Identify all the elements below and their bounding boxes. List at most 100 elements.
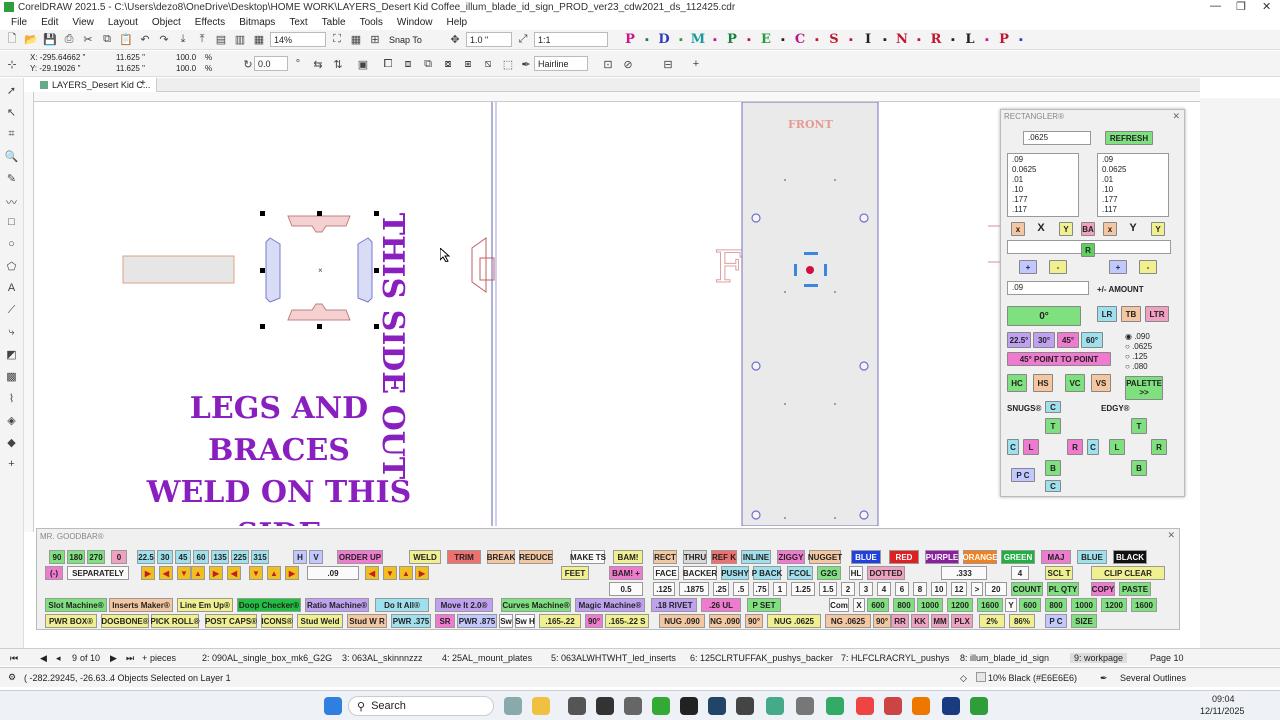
macro-icon[interactable]: ▪	[911, 32, 927, 48]
ltr-button[interactable]: LTR	[1145, 306, 1169, 322]
thickness-radio-group[interactable]: ◉ .090 ○ .0625 ○ .125 ○ .080	[1125, 332, 1152, 372]
gb-165-22-s-button[interactable]: .165-.22 S	[605, 614, 649, 628]
macro-i-button[interactable]: I	[859, 32, 877, 47]
gb-mm-button[interactable]: MM	[931, 614, 949, 628]
gb-blue-button[interactable]: BLUE	[1077, 550, 1107, 564]
snug-c-bottom[interactable]: C	[1045, 480, 1061, 492]
list-item[interactable]: .117	[1012, 205, 1074, 215]
angle-225-button[interactable]: 22.5°	[1007, 332, 1031, 348]
gb-ng-0625-button[interactable]: NG .0625	[825, 614, 871, 628]
page-tab[interactable]: 2: 090AL_single_box_mk6_G2G	[202, 653, 332, 663]
macro-icon[interactable]: ▪	[1013, 32, 1029, 48]
settings-icon[interactable]: ⚙	[8, 672, 16, 683]
macro-icon[interactable]: ▪	[979, 32, 995, 48]
gb-1200-button[interactable]: 1200	[947, 598, 973, 612]
snug-pc[interactable]: P C	[1011, 468, 1035, 482]
wrap-icon[interactable]: ⊡	[600, 56, 616, 72]
list-item[interactable]: .01	[1012, 175, 1074, 185]
gb-pwr-875-button[interactable]: PWR .875	[457, 614, 497, 628]
snug-b[interactable]: B	[1045, 460, 1061, 476]
menu-bitmaps[interactable]: Bitmaps	[232, 17, 282, 28]
color-palette[interactable]	[1200, 98, 1280, 658]
lr-button[interactable]: LR	[1097, 306, 1117, 322]
app-icon-9[interactable]	[826, 697, 844, 715]
pen-icon[interactable]: ✒	[518, 56, 534, 72]
restore-icon[interactable]: ❐	[1236, 0, 1246, 13]
arrow-button-icon[interactable]: ▼	[249, 566, 263, 580]
gb-icons-button[interactable]: ICONS®	[261, 614, 293, 628]
gb-copy-button[interactable]: COPY	[1091, 582, 1115, 596]
page-tab[interactable]: 6: 125CLRTUFFAK_pushys_backer	[690, 653, 833, 663]
menu-window[interactable]: Window	[390, 17, 440, 28]
gb-0-5-button[interactable]: 0.5	[609, 582, 643, 596]
save-icon[interactable]: 💾	[42, 32, 58, 48]
horizontal-ruler[interactable]	[34, 92, 1200, 102]
gb-30-button[interactable]: 30	[157, 550, 173, 564]
arrow-button-icon[interactable]: ▼	[383, 566, 397, 580]
small-y-right[interactable]: Y	[1151, 222, 1165, 236]
gb-stud-weld-button[interactable]: Stud Weld	[297, 614, 343, 628]
taskbar-search[interactable]: ⚲ Search	[348, 696, 494, 716]
gb-180-button[interactable]: 180	[67, 550, 85, 564]
fullscreen-icon[interactable]: ⛶	[329, 32, 345, 48]
arrow-button-icon[interactable]: ▶	[141, 566, 155, 580]
gb-125-button[interactable]: .125	[653, 582, 675, 596]
gb-trim-button[interactable]: TRIM	[447, 550, 481, 564]
gb-60-button[interactable]: 60	[193, 550, 209, 564]
nudge-field[interactable]: 1.0 "	[466, 32, 512, 47]
arrow-button-icon[interactable]: ▲	[191, 566, 205, 580]
gb-22-5-button[interactable]: 22.5	[137, 550, 155, 564]
gb-doop-checker-button[interactable]: Doop Checker®	[237, 598, 301, 612]
gb-135-button[interactable]: 135	[211, 550, 229, 564]
arrow-button-icon[interactable]: ◀	[365, 566, 379, 580]
menu-text[interactable]: Text	[282, 17, 314, 28]
snug-r[interactable]: R	[1067, 439, 1083, 455]
thickness-radio[interactable]: ◉ .090	[1125, 332, 1152, 342]
gb-09-button[interactable]: .09	[307, 566, 359, 580]
freehand-tool-icon[interactable]: ✎	[4, 172, 20, 188]
gb-800-button[interactable]: 800	[1045, 598, 1067, 612]
gb-0-button[interactable]: 0	[111, 550, 127, 564]
scale-y[interactable]: 100.0	[176, 64, 196, 73]
prev-page-small-icon[interactable]: ◂	[56, 653, 61, 664]
gb-dogbone-button[interactable]: DOGBONE®	[101, 614, 149, 628]
gb-20-button[interactable]: 20	[985, 582, 1007, 596]
gb-button[interactable]: >	[971, 582, 983, 596]
gb-86-button[interactable]: 86%	[1009, 614, 1035, 628]
polygon-tool-icon[interactable]: ⬠	[4, 260, 20, 276]
gb-inserts-maker-button[interactable]: Inserts Maker®	[109, 598, 173, 612]
gb-break-button[interactable]: BREAK	[487, 550, 515, 564]
gb-1-25-button[interactable]: 1.25	[791, 582, 815, 596]
pdf-icon[interactable]: ▤	[213, 32, 229, 48]
page-tab[interactable]: 7: HLFCLRACRYL_pushys	[841, 653, 949, 663]
p2p-button[interactable]: 45° POINT TO POINT	[1007, 352, 1111, 366]
gb-v-button[interactable]: V	[309, 550, 323, 564]
width-field[interactable]: 11.625 "	[116, 53, 145, 62]
minus-right[interactable]: -	[1139, 260, 1157, 274]
gb-rect-button[interactable]: RECT	[653, 550, 677, 564]
app-icon-12[interactable]	[942, 697, 960, 715]
macro-n-button[interactable]: N	[893, 32, 911, 47]
macro-icon[interactable]: ▪	[809, 32, 825, 48]
gb-sw-h-button[interactable]: Sw H	[515, 614, 535, 628]
list-item[interactable]: 0.0625	[1102, 165, 1164, 175]
legs-braces-text[interactable]: LEGS AND BRACES WELD ON THIS SIDE	[124, 388, 434, 526]
gb-1000-button[interactable]: 1000	[917, 598, 943, 612]
gb-5-button[interactable]: .5	[733, 582, 749, 596]
front-minus-icon[interactable]: ⧆	[460, 56, 476, 72]
gb-8-button[interactable]: 8	[913, 582, 927, 596]
gb-90-button[interactable]: 90°	[745, 614, 763, 628]
macro-m-button[interactable]: M	[689, 32, 707, 47]
pick-tool-icon[interactable]: ➚	[4, 84, 20, 100]
mirror-v-icon[interactable]: ⇅	[330, 56, 346, 72]
arrow-button-icon[interactable]: ▼	[177, 566, 191, 580]
snug-c-left[interactable]: C	[1007, 439, 1019, 455]
app-icon-11[interactable]	[912, 697, 930, 715]
paste-icon[interactable]: 📋	[118, 32, 134, 48]
gb-stud-w-r-button[interactable]: Stud W R	[347, 614, 387, 628]
gb-scl-t-button[interactable]: SCL T	[1045, 566, 1073, 580]
gb-600-button[interactable]: 600	[1019, 598, 1041, 612]
size-dropdown[interactable]: .0625	[1023, 131, 1091, 145]
gb-x-button[interactable]: X	[853, 598, 865, 612]
app-icon-8[interactable]	[796, 697, 814, 715]
